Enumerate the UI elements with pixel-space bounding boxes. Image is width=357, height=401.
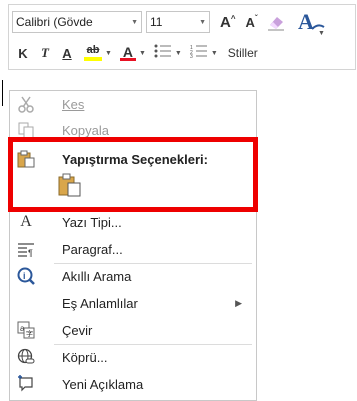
chevron-down-icon: ▼ (199, 18, 206, 26)
mini-toolbar-row-2: K T A ab ▼ A ▼ ▼ 123 ▼ Stiller (14, 42, 258, 64)
paragraph-icon: ¶ (16, 239, 36, 259)
highlight-button[interactable]: ab (84, 45, 102, 61)
font-name-dropdown[interactable]: Calibri (Gövde ▼ (12, 11, 142, 33)
chevron-down-icon[interactable]: ▼ (105, 50, 112, 57)
chevron-down-icon: ▼ (131, 18, 138, 26)
highlight-color-bar (84, 57, 102, 61)
font-color-button[interactable]: A (119, 43, 136, 61)
grow-font-label: A (220, 13, 231, 31)
scissors-icon (16, 94, 36, 114)
menu-item-synonyms[interactable]: Eş Anlamlılar ▶ (10, 290, 256, 316)
menu-item-label: Kopyala (62, 122, 109, 138)
chevron-down-icon[interactable]: ▼ (175, 50, 182, 57)
svg-text:A: A (298, 9, 314, 34)
numbered-list-icon: 123 (190, 45, 207, 60)
menu-item-label: Çevir (62, 322, 93, 338)
svg-text:i: i (23, 271, 26, 281)
svg-text:字: 字 (26, 329, 33, 338)
shrink-font-label: A (245, 14, 255, 30)
svg-text:3: 3 (190, 54, 193, 58)
menu-item-label: Yazı Tipi... (62, 214, 122, 230)
svg-text:¶: ¶ (28, 248, 33, 257)
menu-item-paragraph[interactable]: ¶ Paragraf... (10, 236, 256, 262)
styles-icon: A ▼ (298, 9, 325, 35)
chevron-down-icon[interactable]: ▼ (139, 50, 146, 57)
menu-item-link[interactable]: Köprü... (10, 344, 256, 370)
grow-font-button[interactable]: A ^ (220, 14, 236, 31)
menu-item-label: Paragraf... (62, 241, 123, 257)
caret-up-icon: ^ (230, 13, 236, 23)
bullets-button[interactable] (154, 44, 172, 63)
menu-item-cut[interactable]: Kes (10, 91, 256, 117)
text-cursor (2, 80, 3, 106)
svg-text:▼: ▼ (318, 30, 325, 35)
menu-item-label: Eş Anlamlılar (62, 295, 138, 311)
menu-item-label: Akıllı Arama (62, 268, 132, 284)
font-size-value: 11 (150, 15, 163, 29)
eraser-icon (267, 17, 284, 31)
highlight-label: ab (86, 44, 100, 56)
menu-item-translate[interactable]: a字 Çevir (10, 317, 256, 343)
chevron-down-icon[interactable]: ▼ (211, 50, 218, 57)
new-comment-icon (16, 374, 36, 394)
styles-gallery-icon[interactable]: A ▼ (296, 9, 326, 35)
smart-lookup-icon: i (16, 266, 36, 286)
mini-toolbar-row-1: Calibri (Gövde ▼ 11 ▼ A ^ Aˇ A ▼ (12, 9, 326, 35)
submenu-arrow-icon: ▶ (235, 297, 242, 308)
menu-item-label: Kes (62, 96, 85, 112)
underline-button[interactable]: A (58, 46, 76, 61)
globe-link-icon (16, 347, 36, 367)
italic-button[interactable]: T (36, 45, 54, 61)
font-name-value: Calibri (Gövde (16, 15, 93, 29)
caret-down-icon: ˇ (254, 13, 258, 23)
font-icon: A (20, 213, 32, 230)
bullet-list-icon (154, 44, 171, 57)
clear-formatting-button[interactable] (266, 13, 286, 31)
menu-item-label: Köprü... (62, 349, 108, 365)
font-color-label: A (122, 43, 133, 60)
menu-item-smart-lookup[interactable]: i Akıllı Arama (10, 263, 256, 289)
font-color-bar (119, 57, 136, 61)
font-size-dropdown[interactable]: 11 ▼ (146, 11, 210, 33)
shrink-font-button[interactable]: Aˇ (245, 13, 258, 30)
styles-label[interactable]: Stiller (228, 46, 258, 60)
menu-item-font[interactable]: A Yazı Tipi... (10, 209, 256, 235)
menu-item-new-comment[interactable]: Yeni Açıklama (10, 371, 256, 397)
menu-item-label: Yeni Açıklama (62, 376, 144, 392)
numbering-button[interactable]: 123 (190, 44, 208, 63)
translate-icon: a字 (16, 320, 36, 340)
bold-button[interactable]: K (14, 46, 32, 61)
highlight-box (8, 137, 258, 212)
